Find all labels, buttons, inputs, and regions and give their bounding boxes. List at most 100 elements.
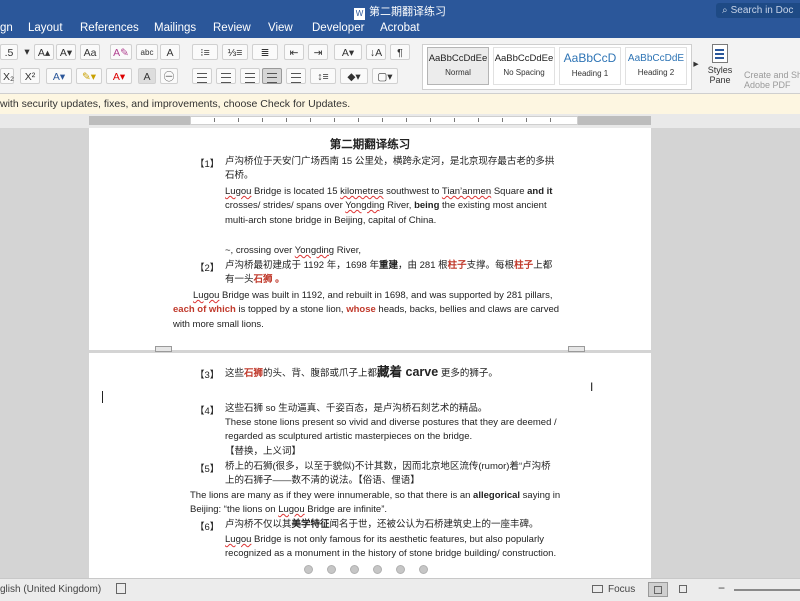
style-no-spacing-preview: AaBbCcDdEe: [494, 53, 554, 64]
style-heading-2[interactable]: AaBbCcDdE Heading 2: [625, 47, 687, 85]
align-right-icon[interactable]: [240, 68, 260, 84]
style-normal-preview: AaBbCcDdEe: [428, 53, 488, 64]
font-color-icon[interactable]: A▾: [106, 68, 132, 84]
page-dot[interactable]: [304, 565, 313, 574]
highlight-color-icon[interactable]: ✎▾: [76, 68, 102, 84]
horizontal-ruler[interactable]: [0, 114, 800, 128]
phonetic-guide-icon[interactable]: abc: [136, 44, 158, 60]
ruler-text-area: [190, 116, 578, 125]
p2-chinese-line-1: 卢沟桥最初建成于 1192 年，1698 年重建，由 281 根柱子支撑。每根柱…: [225, 260, 553, 271]
web-layout-view-icon[interactable]: [674, 582, 694, 597]
p3-chinese-line: 这些石狮的头、背、腹部或爪子上都藏着 carve 更多的狮子。: [225, 365, 498, 379]
p2-chinese-line-2: 有一头石狮 。: [225, 274, 285, 285]
search-input[interactable]: ⌕ Search in Doc: [716, 3, 800, 18]
p4-english-line-2: regarded as sculptured artistic masterpi…: [225, 431, 473, 442]
character-shading-icon[interactable]: A: [138, 68, 156, 84]
create-pdf-button[interactable]: Create and Sh Adobe PDF: [744, 70, 800, 90]
grow-font-button[interactable]: A▴: [34, 44, 54, 60]
p1-english-line-1: Lugou Bridge is located 15 kilometres so…: [225, 186, 553, 197]
borders-icon[interactable]: ▢▾: [372, 68, 398, 84]
p1-note: ~, crossing over Yongding River,: [225, 245, 362, 256]
title-bar: W 第二期翻译练习 ⌕ Search in Doc: [0, 0, 800, 20]
character-border-icon[interactable]: A: [160, 44, 180, 60]
styles-gallery: AaBbCcDdEe Normal AaBbCcDdEe No Spacing …: [422, 44, 692, 90]
tab-developer[interactable]: Developer: [312, 22, 364, 34]
tab-review[interactable]: Review: [213, 22, 251, 34]
ribbon-tabs: gn Layout References Mailings Review Vie…: [0, 20, 800, 38]
window-title: W 第二期翻译练习: [0, 3, 800, 20]
tab-mailings[interactable]: Mailings: [154, 22, 196, 34]
subscript-icon[interactable]: X₂: [0, 68, 14, 84]
shrink-font-button[interactable]: A▾: [56, 44, 76, 60]
p1-english-line-3: multi-arch stone bridge in Beijing, capi…: [225, 215, 437, 226]
document-page-1[interactable]: 第二期翻译练习 【1】 卢沟桥位于天安门广场西南 15 公里处，横跨永定河，是北…: [89, 128, 651, 350]
document-page-2[interactable]: 【3】 这些石狮的头、背、腹部或爪子上都藏着 carve 更多的狮子。 【4】 …: [89, 353, 651, 578]
focus-mode-button[interactable]: Focus: [608, 584, 635, 595]
style-heading-1[interactable]: AaBbCcD Heading 1: [559, 47, 621, 85]
style-heading-1-preview: AaBbCcD: [563, 51, 617, 65]
shading-icon[interactable]: ◆▾: [340, 68, 368, 84]
page-break-marker-left: [155, 346, 172, 352]
language-indicator[interactable]: glish (United Kingdom): [0, 584, 101, 595]
increase-indent-icon[interactable]: ⇥: [308, 44, 328, 60]
ruler-left-margin: [89, 116, 190, 125]
page-dot[interactable]: [327, 565, 336, 574]
page-dot[interactable]: [396, 565, 405, 574]
page-dot[interactable]: [350, 565, 359, 574]
page-dot[interactable]: [419, 565, 428, 574]
style-no-spacing-label: No Spacing: [503, 68, 545, 77]
distributed-icon[interactable]: [286, 68, 306, 84]
numbering-icon[interactable]: ⅓≡: [222, 44, 248, 60]
enclose-characters-icon[interactable]: ㊀: [160, 68, 178, 84]
document-heading: 第二期翻译练习: [329, 139, 411, 151]
change-case-button[interactable]: Aa: [80, 44, 100, 60]
update-message-text: with security updates, fixes, and improv…: [0, 98, 351, 110]
zoom-out-icon[interactable]: −: [718, 581, 725, 595]
sort-icon[interactable]: ↓A: [366, 44, 386, 60]
track-changes-icon[interactable]: [116, 583, 126, 594]
p6-english-line-1: Lugou Bridge is not only famous for its …: [225, 534, 544, 545]
align-center-icon[interactable]: [216, 68, 236, 84]
document-canvas[interactable]: 第二期翻译练习 【1】 卢沟桥位于天安门广场西南 15 公里处，横跨永定河，是北…: [0, 128, 800, 578]
p1-chinese-line-1: 卢沟桥位于天安门广场西南 15 公里处，横跨永定河，是北京现存最古老的多拱: [225, 156, 555, 167]
status-bar: glish (United Kingdom) Focus −: [0, 578, 800, 601]
tab-references[interactable]: References: [80, 22, 139, 34]
tab-design[interactable]: gn: [0, 22, 13, 34]
decrease-indent-icon[interactable]: ⇤: [284, 44, 304, 60]
superscript-icon[interactable]: X²: [20, 68, 40, 84]
paragraph-number-3: 【3】: [195, 370, 220, 381]
style-heading-2-label: Heading 2: [637, 68, 675, 77]
print-layout-view-icon[interactable]: [648, 582, 668, 597]
gallery-more-arrow-icon[interactable]: ▸: [690, 56, 702, 72]
focus-icon[interactable]: [592, 585, 603, 593]
p2-english-line-1: Lugou Bridge was built in 1192, and rebu…: [193, 290, 553, 301]
style-no-spacing[interactable]: AaBbCcDdEe No Spacing: [493, 47, 555, 85]
bullets-icon[interactable]: ⁝≡: [192, 44, 218, 60]
text-direction-icon[interactable]: A▾: [334, 44, 362, 60]
paragraph-number-2: 【2】: [195, 263, 220, 274]
p4-note: 【替换，上义词】: [225, 446, 302, 457]
show-paragraph-marks-icon[interactable]: ¶: [390, 44, 410, 60]
styles-pane-button[interactable]: Styles Pane: [704, 44, 736, 85]
justify-icon[interactable]: [262, 68, 282, 84]
p4-english-line-1: These stone lions present so vivid and d…: [225, 417, 557, 428]
align-left-icon[interactable]: [192, 68, 212, 84]
font-size-dropdown-icon[interactable]: ▾: [22, 44, 32, 60]
create-pdf-label-1: Create and Sh: [744, 70, 800, 80]
paragraph-number-6: 【6】: [195, 522, 220, 533]
ruler-right-margin: [578, 116, 651, 125]
text-effects-icon[interactable]: A▾: [46, 68, 72, 84]
mouse-ibeam-icon: I: [590, 380, 594, 394]
clear-formatting-icon[interactable]: A✎: [110, 44, 132, 60]
page-dot[interactable]: [373, 565, 382, 574]
font-size-select[interactable]: .5: [0, 44, 18, 60]
line-spacing-icon[interactable]: ↕≡: [310, 68, 336, 84]
multilevel-list-icon[interactable]: ≣: [252, 44, 278, 60]
style-normal[interactable]: AaBbCcDdEe Normal: [427, 47, 489, 85]
ribbon-home: .5 ▾ A▴ A▾ Aa A✎ abc A ⁝≡ ⅓≡ ≣ ⇤ ⇥ A▾ ↓A…: [0, 38, 800, 94]
tab-layout[interactable]: Layout: [28, 22, 63, 34]
p5-english-line-1: The lions are many as if they were innum…: [190, 490, 561, 501]
tab-acrobat[interactable]: Acrobat: [380, 22, 420, 34]
zoom-slider[interactable]: [734, 589, 800, 591]
tab-view[interactable]: View: [268, 22, 293, 34]
